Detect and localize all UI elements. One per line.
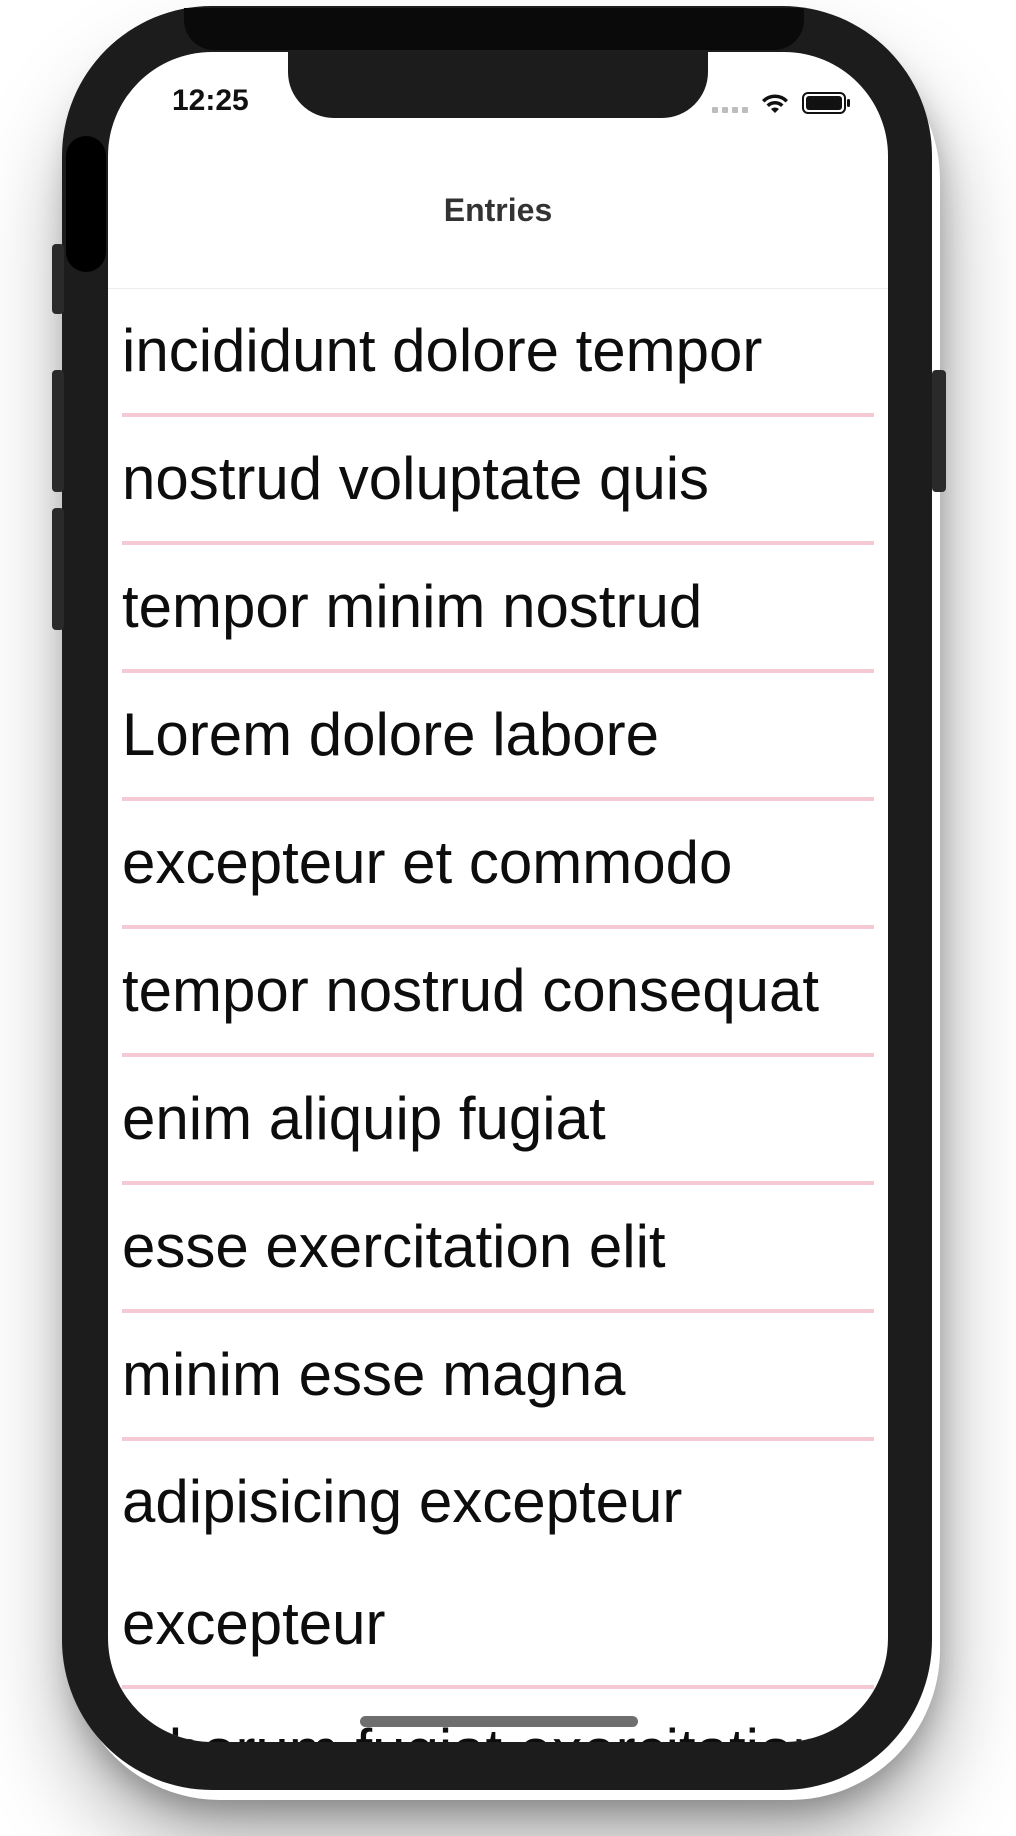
list-item[interactable]: minim esse magna (122, 1313, 874, 1441)
mute-switch (52, 244, 64, 314)
cellular-signal-icon (712, 93, 748, 113)
volume-down-button (52, 508, 64, 630)
list-item[interactable]: incididunt dolore tempor (122, 289, 874, 417)
side-button (932, 370, 946, 492)
list-item[interactable]: Lorem dolore labore (122, 673, 874, 801)
list-item[interactable]: esse exercitation elit (122, 1185, 874, 1313)
status-indicators (712, 88, 852, 118)
screen: 12:25 Entries incididunt dolore tempor n… (108, 52, 888, 1742)
list-item[interactable]: excepteur et commodo (122, 801, 874, 929)
list-item[interactable]: tempor nostrud consequat (122, 929, 874, 1057)
home-indicator[interactable] (360, 1716, 638, 1727)
entries-list[interactable]: incididunt dolore tempor nostrud volupta… (122, 289, 874, 1742)
navigation-bar: Entries (108, 162, 888, 289)
frame-camera-cutout (66, 136, 106, 272)
volume-up-button (52, 370, 64, 492)
list-item[interactable]: enim aliquip fugiat (122, 1057, 874, 1185)
page-title: Entries (443, 192, 553, 228)
notch (288, 52, 708, 118)
wifi-icon (762, 94, 788, 113)
frame-top-bar (184, 8, 804, 50)
list-item[interactable]: adipisicing excepteur excepteur (122, 1441, 874, 1689)
list-item[interactable]: tempor minim nostrud (122, 545, 874, 673)
battery-icon (802, 92, 850, 114)
list-item[interactable]: nostrud voluptate quis (122, 417, 874, 545)
status-time: 12:25 (172, 84, 249, 117)
